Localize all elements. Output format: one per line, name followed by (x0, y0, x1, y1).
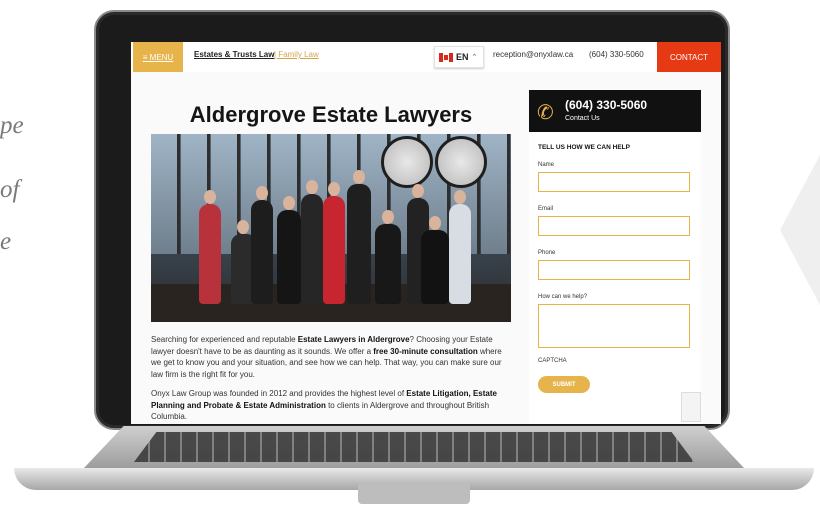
recaptcha-icon[interactable] (681, 392, 701, 422)
laptop-screen: ≡ MENU Estates & Trusts Law | Family Law… (131, 42, 721, 424)
email-label: Email (538, 206, 554, 212)
nav-link-estates[interactable]: Estates & Trusts Law (194, 50, 274, 59)
language-selector[interactable]: EN ⌃ (434, 46, 484, 68)
intro-paragraph: Searching for experienced and reputable … (151, 334, 511, 380)
header-email-link[interactable]: reception@onyxlaw.ca (493, 50, 573, 59)
trackpad (358, 482, 470, 504)
phone-cta-box[interactable]: ✆ (604) 330-5060 Contact Us (529, 90, 701, 132)
menu-button[interactable]: ≡ MENU (133, 42, 183, 72)
contact-button[interactable]: CONTACT (657, 42, 721, 72)
keyboard-keys (134, 432, 694, 462)
about-text-1: Onyx Law Group was founded in 2012 and p… (151, 389, 407, 398)
laptop-front-edge (14, 468, 814, 504)
cta-phone-number: (604) 330-5060 (565, 98, 648, 112)
laptop-base (14, 426, 814, 504)
menu-label: ≡ MENU (142, 52, 174, 62)
submit-button[interactable]: SUBMIT (538, 376, 590, 393)
contact-form: TELL US HOW WE CAN HELP Name Email Phone… (529, 132, 701, 424)
carousel-arrow-shape (780, 155, 820, 305)
cta-phone-sub: Contact Us (565, 115, 600, 122)
contact-label: CONTACT (669, 52, 709, 62)
email-field[interactable] (538, 216, 690, 236)
header-phone-link[interactable]: (604) 330-5060 (589, 50, 644, 59)
name-label: Name (538, 162, 555, 168)
about-paragraph: Onyx Law Group was founded in 2012 and p… (151, 388, 511, 423)
side-text-2: of (0, 176, 20, 203)
phone-icon: ✆ (537, 102, 554, 124)
name-field[interactable] (538, 172, 690, 192)
team-photo (151, 134, 511, 322)
side-text-3: e (0, 228, 12, 255)
help-label: How can we help? (538, 294, 588, 300)
form-title: TELL US HOW WE CAN HELP (538, 144, 630, 151)
site-header: ≡ MENU Estates & Trusts Law | Family Law… (131, 42, 721, 72)
page-title: Aldergrove Estate Lawyers (189, 102, 473, 127)
canada-flag-icon (439, 52, 453, 62)
help-textarea[interactable] (538, 304, 690, 348)
phone-field[interactable] (538, 260, 690, 280)
chevron-up-icon: ⌃ (471, 54, 478, 61)
side-text-1: pe (0, 112, 24, 139)
intro-bold-2: free 30-minute consultation (373, 346, 478, 356)
intro-text-1: Searching for experienced and reputable (151, 335, 298, 344)
phone-label: Phone (538, 250, 556, 256)
nav-link-family[interactable]: | Family Law (274, 50, 319, 59)
language-label: EN (456, 52, 469, 62)
submit-label: SUBMIT (552, 381, 576, 388)
captcha-label: CAPTCHA (538, 358, 567, 364)
intro-bold-1: Estate Lawyers in Aldergrove (297, 335, 410, 344)
